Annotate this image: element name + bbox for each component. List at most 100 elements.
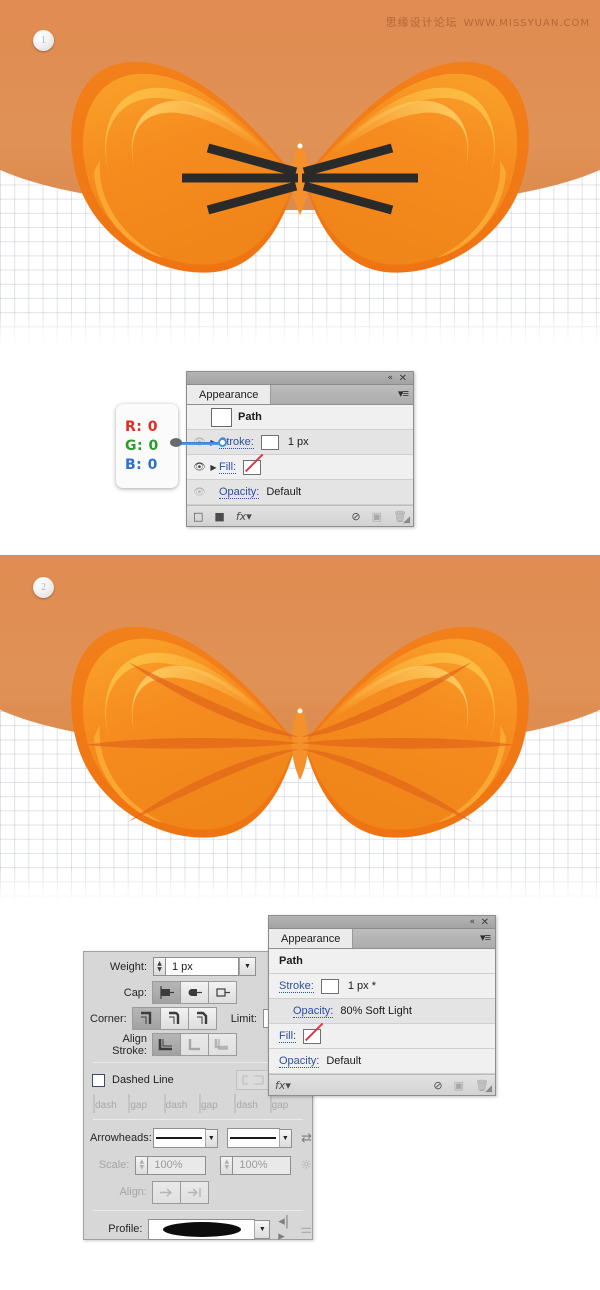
dashed-line-checkbox[interactable] (92, 1073, 105, 1087)
appearance2-row-path[interactable]: Path (269, 949, 495, 974)
scale-start-stepper[interactable]: ▲ ▼ (135, 1155, 149, 1175)
appearance-row-path[interactable]: Path (187, 405, 413, 430)
visibility-icon-opacity[interactable]: 👁 (191, 487, 208, 498)
resize-grip-2[interactable]: ◢ (485, 1083, 492, 1094)
profile-select[interactable] (148, 1218, 256, 1240)
dash-field-3-label: dash (236, 1100, 258, 1111)
fx-icon-2[interactable]: fx▾ (275, 1079, 291, 1092)
align-inside-button[interactable] (180, 1033, 209, 1056)
rgb-blue-value: B: 0 (125, 456, 158, 473)
limit-label: Limit: (230, 1012, 257, 1025)
clear-appearance-icon[interactable]: ⊘ (351, 510, 360, 523)
extend-arrow-button[interactable] (152, 1180, 181, 1204)
arrowhead-start-dropdown[interactable]: ▼ (204, 1128, 219, 1148)
round-cap-button[interactable] (180, 981, 209, 1004)
panel-footer-2: fx▾ ⊘ ▣ 🗑 ◢ (269, 1074, 495, 1095)
gap-field-3-label: gap (271, 1100, 289, 1111)
projecting-cap-button[interactable] (208, 981, 237, 1004)
fill-label[interactable]: Fill: (219, 461, 237, 474)
arrowhead-start-select[interactable] (153, 1128, 206, 1148)
collapse-icon-2[interactable]: « (469, 917, 475, 928)
appearance-panel-2[interactable]: « ✕ Appearance ▾≡ Path Stroke: 1 px * Op… (268, 915, 496, 1096)
divider-2 (93, 1119, 303, 1120)
scale-start-input[interactable]: 100% (148, 1155, 207, 1175)
add-new-stroke-icon[interactable]: □ (193, 510, 203, 523)
tab-appearance[interactable]: Appearance (187, 385, 272, 404)
cap-label: Cap: (123, 986, 147, 999)
place-arrow-button[interactable] (180, 1180, 209, 1204)
opacity-value[interactable]: Default (266, 486, 301, 498)
collapse-icon[interactable]: « (387, 373, 393, 384)
clear-appearance-icon-2[interactable]: ⊘ (433, 1079, 442, 1092)
fill-color-swatch[interactable] (243, 459, 262, 475)
link-scales-icon[interactable]: ☼ (300, 1158, 312, 1173)
divider-3 (93, 1210, 303, 1211)
stroke-color-swatch[interactable] (260, 434, 279, 450)
opacity-label-2[interactable]: Opacity: (279, 1055, 320, 1068)
flip-along-icon[interactable]: ◂|▸ (278, 1214, 294, 1244)
arrow-scale-row[interactable]: Scale: ▲ ▼ 100% ▲ ▼ 100% ☼ (84, 1153, 312, 1177)
profile-dropdown-arrow[interactable]: ▼ (254, 1219, 271, 1239)
scale-end-input[interactable]: 100% (233, 1155, 292, 1175)
rgb-red-value: R: 0 (125, 418, 158, 435)
scale-end-stepper[interactable]: ▲ ▼ (220, 1155, 234, 1175)
profile-row[interactable]: Profile: ▼ ◂|▸ ⚌ (84, 1214, 312, 1244)
appearance2-row-stroke-opacity[interactable]: Opacity: 80% Soft Light (269, 999, 495, 1024)
stroke-opacity-value[interactable]: 80% Soft Light (340, 1005, 412, 1017)
stroke-weight-value[interactable]: 1 px (288, 436, 309, 448)
fill-label-2[interactable]: Fill: (279, 1030, 297, 1043)
fill-color-swatch-2[interactable] (303, 1028, 322, 1044)
miter-join-button[interactable] (131, 1007, 161, 1030)
butt-cap-button[interactable] (152, 981, 181, 1004)
close-icon[interactable]: ✕ (399, 373, 407, 384)
panel-body: Path 👁 ▶ Stroke: 1 px 👁 ▶ Fill: 👁 Opacit… (187, 405, 413, 526)
stroke-opacity-label[interactable]: Opacity: (293, 1005, 334, 1018)
weight-dropdown-arrow[interactable]: ▼ (239, 957, 256, 976)
appearance2-row-fill[interactable]: Fill: (269, 1024, 495, 1049)
callout-connector-start (170, 438, 182, 447)
tab-appearance-2[interactable]: Appearance (269, 929, 354, 948)
duplicate-item-icon[interactable]: ▣ (372, 510, 382, 523)
close-icon-2[interactable]: ✕ (481, 917, 489, 928)
visibility-icon-fill[interactable]: 👁 (191, 462, 208, 473)
arrow-align-label: Align: (119, 1186, 147, 1198)
opacity-label[interactable]: Opacity: (219, 486, 260, 499)
appearance-row-opacity[interactable]: 👁 Opacity: Default (187, 480, 413, 505)
duplicate-item-icon-2[interactable]: ▣ (454, 1079, 464, 1092)
appearance2-row-stroke[interactable]: Stroke: 1 px * (269, 974, 495, 999)
arrowheads-label: Arrowheads: (90, 1132, 152, 1144)
weight-input[interactable]: 1 px (166, 957, 239, 976)
panel-titlebar-2: « ✕ (269, 916, 495, 929)
fx-icon[interactable]: fx▾ (236, 510, 252, 523)
flip-across-icon[interactable]: ⚌ (300, 1222, 312, 1237)
panel-menu-icon[interactable]: ▾≡ (398, 388, 409, 401)
callout-connector-line (177, 442, 223, 445)
swap-arrowheads-icon[interactable]: ⇄ (301, 1131, 312, 1146)
arrow-align-row[interactable]: Align: (84, 1180, 312, 1204)
expand-triangle-fill[interactable]: ▶ (208, 463, 219, 472)
resize-grip[interactable]: ◢ (403, 514, 410, 525)
align-outside-button[interactable] (208, 1033, 237, 1056)
stroke-weight-value-2[interactable]: 1 px * (348, 980, 376, 992)
dash-preserve-exact-button[interactable] (236, 1070, 270, 1090)
bow-illustration-2 (71, 626, 529, 838)
appearance-row-fill[interactable]: 👁 ▶ Fill: (187, 455, 413, 480)
appearance2-row-opacity[interactable]: Opacity: Default (269, 1049, 495, 1074)
dash-gap-fields[interactable]: dash gap dash gap dash gap (84, 1094, 312, 1113)
arrowheads-row[interactable]: Arrowheads: ▼ ▼ ⇄ (84, 1126, 312, 1150)
panel-menu-icon-2[interactable]: ▾≡ (480, 932, 491, 945)
stroke-color-swatch-2[interactable] (320, 978, 339, 994)
arrowhead-end-select[interactable] (227, 1128, 280, 1148)
opacity-value-2[interactable]: Default (326, 1055, 361, 1067)
round-join-button[interactable] (159, 1007, 189, 1030)
panel-body-2: Path Stroke: 1 px * Opacity: 80% Soft Li… (269, 949, 495, 1095)
arrowhead-end-dropdown[interactable]: ▼ (278, 1128, 293, 1148)
bevel-join-button[interactable] (187, 1007, 217, 1030)
stroke-label-2[interactable]: Stroke: (279, 980, 314, 993)
rgb-callout: R: 0 G: 0 B: 0 (116, 404, 178, 488)
width-profile-preview (162, 1221, 241, 1237)
add-new-fill-icon[interactable]: ■ (214, 510, 224, 523)
appearance-panel-1[interactable]: « ✕ Appearance ▾≡ Path 👁 ▶ Stroke: 1 px … (186, 371, 414, 527)
weight-stepper[interactable]: ▲ ▼ (153, 957, 166, 976)
align-center-button[interactable] (152, 1033, 181, 1056)
